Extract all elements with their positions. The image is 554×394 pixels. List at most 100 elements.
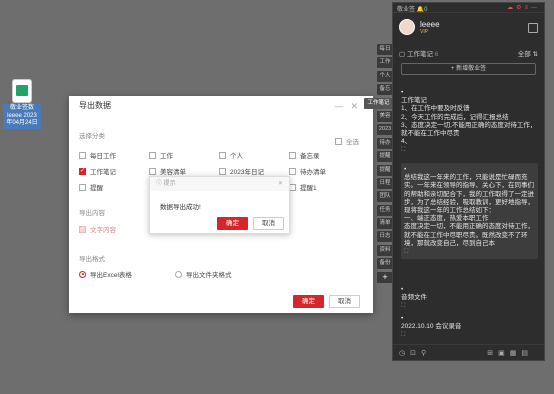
history-icon[interactable]: ⊡ [410, 349, 416, 357]
notebook-tab[interactable]: 提醒 [377, 151, 393, 163]
notebook-tab[interactable]: 工作笔记 [364, 97, 393, 109]
bullet-icon: • [401, 286, 404, 293]
format-section-label: 导出格式 [79, 256, 105, 263]
notebook-tab[interactable]: 备忘 [377, 84, 393, 96]
checkbox-icon [219, 167, 226, 175]
format-excel-radio[interactable]: 导出Excel表格 [79, 269, 132, 279]
bullet-icon: • [401, 315, 404, 322]
category-checkbox[interactable]: 每日工作 [79, 147, 149, 163]
notebook-tab[interactable]: 日志 [377, 231, 393, 243]
notebook-tab[interactable]: 待办 [377, 137, 393, 149]
notebook-tab[interactable]: 日程 [377, 177, 393, 189]
close-icon[interactable]: ✕ [350, 101, 365, 111]
content-section-label: 导出内容 [79, 210, 105, 217]
category-label: 提醒1 [300, 185, 317, 192]
notebook-tab[interactable]: 工作 [377, 57, 393, 69]
note-item[interactable]: • 总结我这一年来的工作，只能说是忙碌而充实。一年来在领导的指导、关心下，在同事… [401, 163, 538, 260]
notebook-tabs: 每日 工作 个人 备忘 工作笔记 美容 2023 待办 提醒 提醒 日程 团队 任务 清单 日志 资料 备份 + [364, 44, 393, 283]
radio-icon [79, 270, 86, 278]
checkbox-icon [289, 167, 296, 175]
category-label: 个人 [230, 153, 243, 160]
category-checkbox[interactable]: 个人 [219, 147, 289, 163]
notebook-tab[interactable]: 个人 [377, 70, 393, 82]
notebook-count: 6 [434, 51, 439, 58]
notebook-tab[interactable]: 备份 [377, 258, 393, 270]
export-confirm-button[interactable]: 确定 [293, 295, 324, 308]
note-text: 2022.10.10 会议录音 [401, 323, 462, 331]
add-tab-button[interactable]: + [377, 271, 393, 283]
note-expand-icon[interactable]: ⛶ [401, 146, 538, 154]
checkbox-icon [79, 151, 86, 159]
select-all-label: 全选 [346, 139, 359, 146]
note-text: 工作笔记 1、在工作中要及时反馈 2、今天工作的完成后，记得汇报总结 3、态度决… [401, 97, 537, 146]
file-name-line1: 敬业签数 [9, 105, 34, 111]
category-checkbox[interactable]: 工作 [149, 147, 219, 163]
notebook-tab[interactable]: 美容 [377, 110, 393, 122]
new-note-button[interactable]: + 新增敬业签 [401, 63, 536, 75]
category-checkbox[interactable]: 待办清单 [289, 163, 359, 179]
notebook-tab[interactable]: 提醒 [377, 164, 393, 176]
checkbox-icon [79, 183, 86, 191]
notification-count: 0 [424, 7, 428, 13]
vip-badge: VIP [420, 28, 429, 35]
filter-dropdown[interactable]: 全部 [518, 51, 531, 58]
notebook-tab[interactable]: 资料 [377, 244, 393, 256]
clock-icon[interactable]: ◷ [399, 349, 405, 357]
notebook-tab[interactable]: 每日 [377, 44, 393, 55]
username: leeee [420, 19, 440, 29]
checkbox-icon [219, 151, 226, 159]
format-folder-radio[interactable]: 导出文件夹格式 [175, 269, 232, 279]
category-label: 2023年日记 [230, 169, 264, 176]
format-folder-label: 导出文件夹格式 [186, 272, 232, 279]
select-all-checkbox[interactable]: 全选 [335, 136, 359, 146]
minimize-icon[interactable]: — [334, 101, 350, 111]
category-checkbox[interactable]: 提醒1 [289, 179, 359, 195]
category-checkbox[interactable]: 工作笔记 [79, 163, 149, 179]
notebook-tab[interactable]: 清单 [377, 218, 393, 230]
minimize-icon[interactable]: — [531, 5, 540, 11]
popup-confirm-button[interactable]: 确定 [217, 217, 248, 230]
layout-icon[interactable]: ▣ [498, 349, 505, 357]
file-name-line3: 年04月24日 [6, 120, 38, 126]
note-expand-icon[interactable]: ⛶ [401, 302, 538, 310]
note-expand-icon[interactable]: ⛶ [404, 248, 535, 256]
note-text: 音频文件 [401, 294, 427, 302]
notebook-title: 工作笔记 [406, 51, 433, 58]
calendar-icon[interactable] [528, 23, 538, 33]
cloud-icon[interactable]: ☁ [507, 5, 516, 11]
content-option-label: 文字内容 [90, 227, 116, 234]
grid-icon[interactable]: ▦ [510, 349, 517, 357]
note-item[interactable]: • 工作笔记 1、在工作中要及时反馈 2、今天工作的完成后，记得汇报总结 3、态… [401, 89, 538, 155]
file-name-line2: leeee 2023 [7, 112, 37, 119]
note-item[interactable]: • 音频文件 ⛶ [401, 286, 538, 311]
popup-message: 数据导出成功! [160, 204, 201, 211]
add-icon[interactable]: ⊞ [487, 349, 493, 357]
excel-file-icon [13, 80, 31, 102]
note-expand-icon[interactable]: ⛶ [401, 331, 538, 339]
category-checkbox[interactable]: 提醒 [79, 179, 149, 195]
note-text: 总结我这一年来的工作，只能说是忙碌而充实。一年来在领导的指导、关心下，在同事们的… [404, 174, 534, 247]
info-icon: ⓘ [156, 181, 164, 187]
search-icon[interactable]: ⚲ [421, 349, 426, 357]
checkbox-icon [79, 167, 86, 175]
notebook-tab[interactable]: 2023 [377, 124, 393, 136]
export-cancel-button[interactable]: 取消 [329, 295, 360, 308]
popup-close-icon[interactable]: ✕ [278, 177, 283, 191]
notebook-icon: ▢ [399, 51, 407, 58]
category-label: 工作笔记 [90, 169, 116, 176]
tag-icon[interactable]: ▤ [521, 349, 528, 357]
desktop-file-icon[interactable]: 敬业签数 leeee 2023 年04月24日 [3, 80, 41, 129]
category-checkbox[interactable]: 备忘录 [289, 147, 359, 163]
note-item[interactable]: • 2022.10.10 会议录音 ⛶ [401, 315, 538, 340]
checkbox-icon [289, 151, 296, 159]
category-label: 待办清单 [300, 169, 326, 176]
category-row: 每日工作 工作 个人 备忘录 [79, 147, 359, 163]
notebook-tab[interactable]: 团队 [377, 191, 393, 203]
bullet-icon: • [401, 89, 404, 96]
popup-cancel-button[interactable]: 取消 [253, 217, 284, 230]
radio-icon [175, 270, 182, 278]
sort-icon[interactable]: ⇅ [533, 51, 538, 58]
avatar[interactable] [399, 19, 415, 35]
checkbox-icon [335, 137, 342, 145]
notebook-tab[interactable]: 任务 [377, 204, 393, 216]
